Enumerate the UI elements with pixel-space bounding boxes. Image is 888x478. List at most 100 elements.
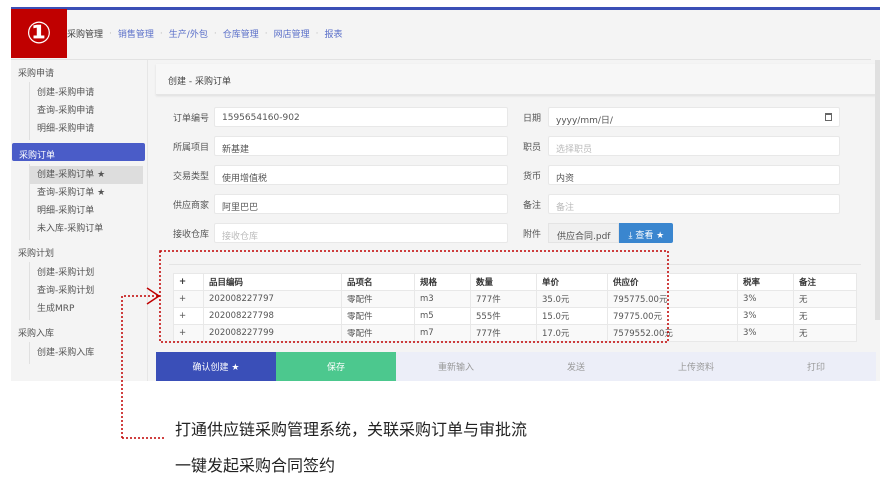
items-table: + 品目编码 品项名 规格 数量 单价 供应价 税率 备注 +202008227… — [173, 273, 857, 342]
cell: 无 — [793, 324, 857, 342]
app-screenshot: 采购管理 · 销售管理 · 生产/外包 · 仓库管理 · 网店管理 · 报表 ① 采购申请… — [11, 7, 880, 381]
sidebar-item[interactable]: 生成MRP — [30, 300, 147, 318]
confirm-create-button[interactable]: 确认创建 ★ — [156, 352, 276, 381]
currency-input[interactable]: 内资 — [548, 165, 840, 185]
cell: 795775.00元 — [607, 290, 738, 308]
nav-separator: · — [159, 28, 163, 39]
sidebar-item[interactable]: 查询-采购订单 ★ — [30, 184, 147, 202]
supplier-label: 供应商家 — [173, 200, 210, 211]
print-button[interactable]: 打印 — [756, 352, 876, 381]
col-spec: 规格 — [414, 273, 471, 291]
cell: 无 — [793, 290, 857, 308]
col-qty: 数量 — [470, 273, 537, 291]
action-bar: 确认创建 ★ 保存 重新输入 发送 上传资料 打印 — [156, 352, 876, 381]
nav-separator: · — [315, 28, 319, 39]
top-nav: 采购管理 · 销售管理 · 生产/外包 · 仓库管理 · 网店管理 · 报表 — [67, 27, 343, 41]
remark-input[interactable]: 备注 — [548, 194, 840, 214]
sidebar-group-purchase-order[interactable]: 采购订单 — [12, 143, 145, 161]
sidebar-item[interactable]: 明细-采购订单 — [30, 202, 147, 220]
nav-sales[interactable]: 销售管理 — [118, 27, 154, 40]
sidebar-group-purchase-inbound[interactable]: 采购入库 — [11, 320, 147, 342]
main-panel: 创建 - 采购订单 订单编号 1595654160-902 所属项目 新基建 交易类… — [156, 64, 876, 352]
send-button[interactable]: 发送 — [516, 352, 636, 381]
col-price: 单价 — [536, 273, 608, 291]
cell: 777件 — [470, 324, 537, 342]
col-tax: 税率 — [737, 273, 794, 291]
sidebar-item[interactable]: 创建-采购申请 — [30, 84, 147, 102]
scrollbar[interactable] — [875, 60, 880, 320]
cell: 3% — [737, 324, 794, 342]
col-remark: 备注 — [793, 273, 857, 291]
col-name: 品项名 — [341, 273, 415, 291]
trade-type-label: 交易类型 — [173, 171, 210, 182]
warehouse-input[interactable]: 接收仓库 — [214, 223, 508, 243]
add-row-button[interactable]: + — [173, 307, 204, 325]
cell: 202008227797 — [203, 290, 342, 308]
cell: 202008227798 — [203, 307, 342, 325]
cell: m3 — [414, 290, 471, 308]
nav-purchase[interactable]: 采购管理 — [67, 27, 103, 40]
cell: 零配件 — [341, 290, 415, 308]
cell: 79775.00元 — [607, 307, 738, 325]
warehouse-label: 接收仓库 — [173, 229, 210, 240]
top-accent-bar — [11, 7, 880, 10]
reset-button[interactable]: 重新输入 — [396, 352, 516, 381]
add-row-button[interactable]: + — [173, 324, 204, 342]
date-label: 日期 — [523, 113, 542, 124]
cell: 零配件 — [341, 324, 415, 342]
cell: 零配件 — [341, 307, 415, 325]
calendar-icon[interactable] — [825, 113, 832, 121]
cell: 15.0元 — [536, 307, 608, 325]
staff-input[interactable]: 选择职员 — [548, 136, 840, 156]
remark-label: 备注 — [523, 200, 542, 211]
nav-shop[interactable]: 网店管理 — [274, 27, 310, 40]
nav-warehouse[interactable]: 仓库管理 — [223, 27, 259, 40]
sidebar-item-create-order[interactable]: 创建-采购订单 ★ — [30, 166, 143, 184]
order-no-input[interactable]: 1595654160-902 — [214, 107, 508, 127]
cell: 7579552.00元 — [607, 324, 738, 342]
project-label: 所属项目 — [173, 142, 210, 153]
save-button[interactable]: 保存 — [276, 352, 396, 381]
view-button-label: 查看 ★ — [635, 231, 665, 241]
annotation-line-2: 一键发起采购合同签约 — [175, 456, 336, 475]
attachment-filename: 供应合同.pdf — [548, 223, 620, 243]
upload-button[interactable]: 上传资料 — [636, 352, 756, 381]
project-input[interactable]: 新基建 — [214, 136, 508, 156]
table-row: +202008227797 零配件 m3 777件 35.0元 795775.00元 3% 无 — [173, 290, 857, 308]
staff-label: 职员 — [523, 142, 542, 153]
supplier-input[interactable]: 阿里巴巴 — [214, 194, 508, 214]
sidebar-item[interactable]: 查询-采购申请 — [30, 102, 147, 120]
view-attachment-button[interactable]: ⤓ 查看 ★ — [619, 223, 674, 243]
nav-production[interactable]: 生产/外包 — [169, 27, 208, 40]
date-value: yyyy/mm/日/ — [556, 116, 613, 126]
cell: 3% — [737, 290, 794, 308]
table-row: +202008227799 零配件 m7 777件 17.0元 7579552.00元 3%… — [173, 324, 857, 342]
col-code: 品目编码 — [203, 273, 342, 291]
sidebar-item[interactable]: 未入库-采购订单 — [30, 220, 147, 238]
nav-separator: · — [109, 28, 112, 39]
sidebar-item[interactable]: 查询-采购计划 — [30, 282, 147, 300]
date-input[interactable]: yyyy/mm/日/ — [548, 107, 840, 127]
nav-reports[interactable]: 报表 — [324, 27, 342, 40]
cell: m5 — [414, 307, 471, 325]
sidebar-group-purchase-plan[interactable]: 采购计划 — [11, 240, 147, 262]
step-badge: ① — [11, 9, 67, 58]
cell: 555件 — [470, 307, 537, 325]
trade-type-input[interactable]: 使用增值税 — [214, 165, 508, 185]
annotation-line-1: 打通供应链采购管理系统，关联采购订单与审批流 — [175, 420, 528, 439]
col-add[interactable]: + — [173, 273, 204, 291]
cell: 202008227799 — [203, 324, 342, 342]
page-title: 创建 - 采购订单 — [156, 64, 876, 95]
table-row: +202008227798 零配件 m5 555件 15.0元 79775.00元 3% 无 — [173, 307, 857, 325]
cell: m7 — [414, 324, 471, 342]
cell: 777件 — [470, 290, 537, 308]
sidebar-item[interactable]: 明细-采购申请 — [30, 120, 147, 138]
add-row-button[interactable]: + — [173, 290, 204, 308]
sidebar-group-purchase-request[interactable]: 采购申请 — [11, 60, 147, 82]
order-no-label: 订单编号 — [173, 113, 210, 124]
attachment-label: 附件 — [523, 229, 542, 240]
col-supply-price: 供应价 — [607, 273, 738, 291]
cell: 3% — [737, 307, 794, 325]
sidebar-item[interactable]: 创建-采购计划 — [30, 264, 147, 282]
sidebar-item[interactable]: 创建-采购入库 — [30, 344, 147, 362]
